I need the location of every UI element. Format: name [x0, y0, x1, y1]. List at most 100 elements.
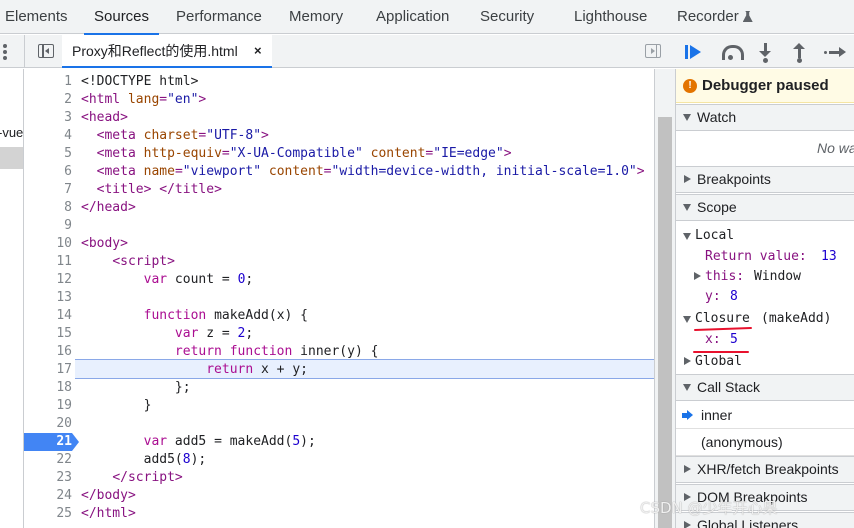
code-line-22: add5(8);: [81, 452, 207, 467]
scope-title: Scope: [697, 199, 737, 215]
tab-application[interactable]: Application: [376, 0, 449, 34]
scope-closure-subtitle: (makeAdd): [761, 311, 832, 326]
local-expand-icon[interactable]: [683, 233, 691, 240]
close-icon[interactable]: ×: [254, 35, 262, 67]
call-frame-name: (anonymous): [701, 434, 783, 450]
toolbar-divider: [24, 35, 25, 68]
code-line-24: </body>: [81, 488, 136, 503]
line-number[interactable]: 16: [24, 343, 72, 361]
tab-recorder[interactable]: Recorder: [677, 0, 753, 34]
code-line-16: return function inner(y) {: [174, 344, 379, 359]
collapsed-arrow-icon: [684, 465, 691, 473]
line-number[interactable]: 6: [24, 163, 72, 181]
this-expand-icon[interactable]: [694, 272, 701, 280]
line-number[interactable]: 3: [24, 109, 72, 127]
closure-expand-icon[interactable]: [683, 316, 691, 323]
line-number[interactable]: 17: [24, 361, 72, 379]
debugger-sidebar: ! Debugger paused Watch No watch express…: [675, 69, 854, 528]
line-number[interactable]: 23: [24, 469, 72, 487]
more-options-icon[interactable]: [3, 44, 9, 60]
code-line-19: }: [81, 398, 152, 413]
line-number[interactable]: 24: [24, 487, 72, 505]
navigator-item[interactable]: -vue: [0, 125, 23, 140]
code-line-3: <head>: [81, 110, 128, 125]
line-number[interactable]: 25: [24, 505, 72, 523]
watch-section-header[interactable]: Watch: [676, 104, 854, 131]
line-number-gutter[interactable]: 1 2 3 4 5 6 7 8 9 10 11 12 13 14 15 16 17 18 19 20 21 22 23 24 2…: [24, 69, 79, 528]
this-label: this:: [705, 269, 745, 284]
line-number[interactable]: 14: [24, 307, 72, 325]
toggle-debugger-icon[interactable]: [645, 44, 661, 58]
line-number[interactable]: 20: [24, 415, 72, 433]
y-label: y:: [705, 289, 721, 304]
call-stack-section-header[interactable]: Call Stack: [676, 374, 854, 401]
call-frame[interactable]: inner: [676, 402, 854, 429]
step-icon[interactable]: [824, 43, 847, 61]
xhr-breakpoints-title: XHR/fetch Breakpoints: [697, 461, 839, 477]
editor-toolbar: Proxy和Reflect的使用.html ×: [0, 35, 675, 68]
code-line-4: <meta charset="UTF-8">: [96, 128, 269, 143]
line-number[interactable]: 11: [24, 253, 72, 271]
line-number[interactable]: 18: [24, 379, 72, 397]
debugger-toolbar: [675, 35, 854, 68]
navigator-selected-item[interactable]: [0, 147, 23, 169]
info-icon: !: [683, 79, 697, 93]
editor-scrollbar[interactable]: [654, 69, 675, 528]
tab-elements[interactable]: Elements: [5, 0, 68, 34]
debugger-paused-banner: ! Debugger paused: [676, 69, 854, 103]
x-value: 5: [730, 332, 738, 347]
scope-global-title[interactable]: Global: [695, 353, 742, 371]
line-number[interactable]: 10: [24, 235, 72, 253]
code-line-5: <meta http-equiv="X-UA-Compatible" conte…: [96, 146, 512, 161]
line-number[interactable]: 4: [24, 127, 72, 145]
line-number[interactable]: 15: [24, 325, 72, 343]
tab-sources[interactable]: Sources: [83, 0, 160, 35]
line-number[interactable]: 7: [24, 181, 72, 199]
y-value: 8: [730, 289, 738, 304]
step-over-icon[interactable]: [721, 43, 744, 61]
code-line-15: var z = 2;: [174, 326, 254, 341]
resume-icon[interactable]: [685, 43, 705, 61]
file-tab[interactable]: Proxy和Reflect的使用.html ×: [62, 35, 272, 68]
tab-security[interactable]: Security: [480, 0, 534, 34]
line-number[interactable]: 1: [24, 73, 72, 91]
line-number[interactable]: 19: [24, 397, 72, 415]
code-line-23: </script>: [112, 470, 183, 485]
devtools-tab-bar: Elements Sources Performance Memory Appl…: [0, 0, 854, 35]
file-navigator: -vue: [0, 69, 24, 528]
line-number[interactable]: 8: [24, 199, 72, 217]
line-number[interactable]: 5: [24, 145, 72, 163]
return-value-label: Return value:: [705, 249, 807, 264]
code-line-11: <script>: [112, 254, 175, 269]
code-line-10: <body>: [81, 236, 128, 251]
step-out-icon[interactable]: [790, 43, 810, 63]
scrollbar-thumb[interactable]: [658, 117, 672, 528]
breakpoint-marker[interactable]: 21: [24, 433, 79, 451]
line-number[interactable]: 9: [24, 217, 72, 235]
tab-memory[interactable]: Memory: [289, 0, 343, 34]
source-code[interactable]: <!DOCTYPE html> <html lang="en"> <head> …: [81, 69, 654, 528]
breakpoints-section-header[interactable]: Breakpoints: [676, 166, 854, 193]
tab-lighthouse[interactable]: Lighthouse: [574, 0, 647, 34]
step-into-icon[interactable]: [756, 43, 776, 63]
expanded-arrow-icon: [683, 114, 691, 121]
file-tab-label: Proxy和Reflect的使用.html: [72, 43, 238, 59]
line-number[interactable]: 2: [24, 91, 72, 109]
tab-recorder-label: Recorder: [677, 8, 739, 25]
watch-title: Watch: [697, 109, 737, 125]
global-expand-icon[interactable]: [684, 357, 691, 365]
code-line-17: return x + y;: [206, 362, 308, 377]
scope-section-header[interactable]: Scope: [676, 194, 854, 221]
line-number[interactable]: 12: [24, 271, 72, 289]
scope-local-title[interactable]: Local: [695, 227, 734, 245]
toggle-navigator-icon[interactable]: [38, 44, 54, 58]
call-frame[interactable]: (anonymous): [676, 429, 854, 456]
xhr-breakpoints-section-header[interactable]: XHR/fetch Breakpoints: [676, 456, 854, 483]
line-number[interactable]: 13: [24, 289, 72, 307]
scope-closure-title[interactable]: Closure: [695, 310, 750, 328]
call-stack-title: Call Stack: [697, 379, 761, 395]
line-number[interactable]: 22: [24, 451, 72, 469]
code-editor[interactable]: 1 2 3 4 5 6 7 8 9 10 11 12 13 14 15 16 17 18 19 20 21 22 23 24 2…: [24, 69, 654, 528]
collapsed-arrow-icon: [684, 521, 691, 528]
tab-performance[interactable]: Performance: [176, 0, 262, 34]
